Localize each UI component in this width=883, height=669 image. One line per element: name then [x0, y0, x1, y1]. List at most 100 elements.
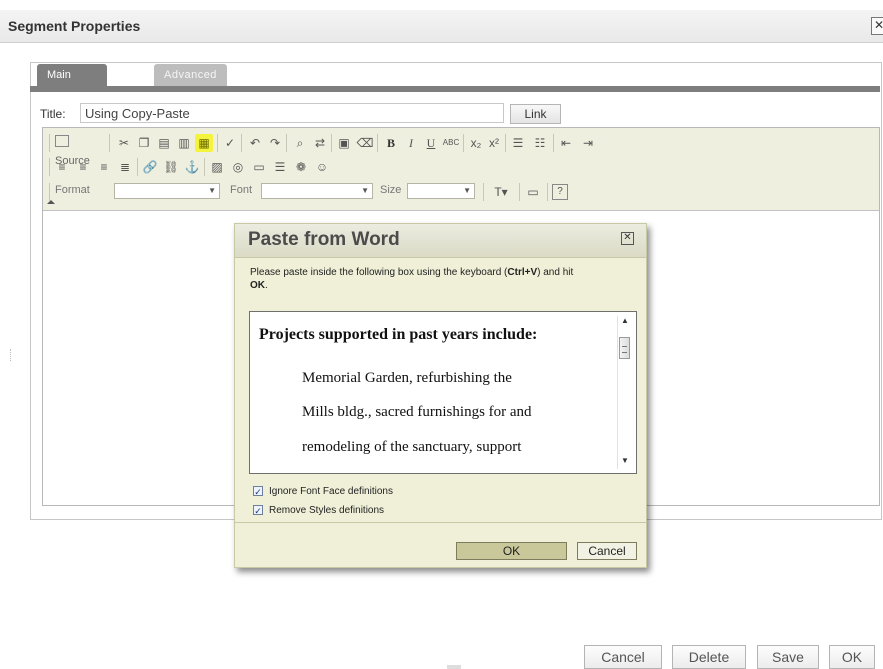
- instruction-text: .: [265, 280, 268, 291]
- toolbar-collapse-icon[interactable]: [47, 200, 55, 204]
- dialog-close-icon[interactable]: ✕: [621, 232, 634, 245]
- format-select[interactable]: ▼: [114, 183, 220, 199]
- special-char-icon[interactable]: ❁: [292, 158, 310, 176]
- undo-icon[interactable]: ↶: [246, 134, 264, 152]
- paste-input-area[interactable]: Projects supported in past years include…: [249, 311, 637, 474]
- toolbar-separator: [547, 183, 548, 201]
- copy-icon[interactable]: ❐: [135, 134, 153, 152]
- scroll-up-icon[interactable]: ▲: [621, 316, 629, 325]
- window-close-icon[interactable]: ✕: [871, 17, 883, 35]
- toolbar-separator: [505, 134, 506, 152]
- unlink-icon[interactable]: ⛓: [162, 158, 180, 176]
- align-center-icon[interactable]: ≡: [74, 158, 92, 176]
- toolbar-separator: [137, 158, 138, 176]
- size-select[interactable]: ▼: [407, 183, 475, 199]
- window-title: Segment Properties: [8, 18, 141, 34]
- dialog-ok-button[interactable]: OK: [456, 542, 567, 560]
- toolbar-separator: [49, 183, 50, 201]
- pasted-line: remodeling of the sanctuary, support: [302, 439, 522, 455]
- subscript-icon[interactable]: x₂: [467, 134, 485, 152]
- bulleted-list-icon[interactable]: ☷: [531, 134, 549, 152]
- chevron-down-icon: ▼: [463, 186, 471, 195]
- toolbar-separator: [49, 134, 50, 152]
- link-button[interactable]: Link: [510, 104, 561, 124]
- paste-from-word-dialog: Paste from Word ✕ Please paste inside th…: [234, 223, 647, 568]
- text-color-icon[interactable]: T▾: [489, 183, 513, 201]
- toolbar-separator: [553, 134, 554, 152]
- dialog-title: Paste from Word: [248, 229, 400, 250]
- cancel-button[interactable]: Cancel: [584, 645, 662, 669]
- spellcheck-icon[interactable]: ✓: [221, 134, 239, 152]
- paste-text-icon[interactable]: ▥: [175, 134, 193, 152]
- dialog-footer-divider: [235, 522, 646, 523]
- align-justify-icon[interactable]: ≣: [116, 158, 134, 176]
- link-icon[interactable]: 🔗: [141, 158, 159, 176]
- font-select[interactable]: ▼: [261, 183, 373, 199]
- source-icon: [55, 135, 69, 147]
- remove-format-icon[interactable]: ⌫: [356, 134, 374, 152]
- table-icon[interactable]: ▭: [250, 158, 268, 176]
- toolbar-separator: [286, 134, 287, 152]
- bold-icon[interactable]: B: [382, 134, 400, 152]
- chevron-down-icon: ▼: [361, 186, 369, 195]
- size-label: Size: [380, 184, 402, 196]
- checkbox-checked-icon[interactable]: ✓: [253, 505, 263, 516]
- select-all-icon[interactable]: ▣: [335, 134, 353, 152]
- window-titlebar: Segment Properties ✕: [0, 10, 883, 43]
- smiley-icon[interactable]: ☺: [313, 158, 331, 176]
- source-button[interactable]: Source: [55, 134, 90, 167]
- underline-icon[interactable]: U: [422, 134, 440, 152]
- paste-icon[interactable]: ▤: [155, 134, 173, 152]
- save-button[interactable]: Save: [757, 645, 819, 669]
- ok-button[interactable]: OK: [829, 645, 875, 669]
- instruction-text: Please paste inside the following box us…: [250, 267, 508, 278]
- superscript-icon[interactable]: x²: [485, 134, 503, 152]
- horizontal-rule-icon[interactable]: ☰: [271, 158, 289, 176]
- redo-icon[interactable]: ↷: [266, 134, 284, 152]
- dialog-instructions: Please paste inside the following box us…: [250, 266, 640, 292]
- replace-icon[interactable]: ⇄: [311, 134, 329, 152]
- toolbar-separator: [217, 134, 218, 152]
- checkbox-checked-icon[interactable]: ✓: [253, 486, 263, 497]
- image-icon[interactable]: ▨: [208, 158, 226, 176]
- find-icon[interactable]: ⌕: [291, 134, 309, 152]
- align-left-icon[interactable]: ≡: [53, 158, 71, 176]
- toolbar-separator: [519, 183, 520, 201]
- dialog-cancel-button[interactable]: Cancel: [577, 542, 637, 560]
- dialog-titlebar: Paste from Word ✕: [235, 224, 646, 258]
- flash-icon[interactable]: ◎: [229, 158, 247, 176]
- instruction-shortcut: Ctrl+V: [507, 267, 538, 278]
- indent-icon[interactable]: ⇥: [579, 134, 597, 152]
- toolbar-separator: [109, 134, 110, 152]
- italic-icon[interactable]: I: [402, 134, 420, 152]
- toolbar-separator: [204, 158, 205, 176]
- remove-styles-checkbox[interactable]: ✓ Remove Styles definitions: [253, 504, 533, 518]
- align-right-icon[interactable]: ≡: [95, 158, 113, 176]
- anchor-icon[interactable]: ⚓: [183, 158, 201, 176]
- pasted-line: Memorial Garden, refurbishing the: [302, 370, 512, 386]
- tab-advanced[interactable]: Advanced: [154, 64, 227, 86]
- font-label: Font: [230, 184, 253, 196]
- help-icon[interactable]: ?: [552, 184, 568, 200]
- paste-scrollbar[interactable]: ▲ ▼: [617, 316, 632, 469]
- toolbar-separator: [331, 134, 332, 152]
- outdent-icon[interactable]: ⇤: [557, 134, 575, 152]
- delete-button[interactable]: Delete: [672, 645, 746, 669]
- scroll-thumb[interactable]: [619, 337, 630, 359]
- resize-grip[interactable]: [447, 665, 461, 669]
- tab-main-properties[interactable]: Main Properties: [37, 64, 108, 103]
- toolbar-separator: [377, 134, 378, 152]
- instruction-ok: OK: [250, 280, 265, 291]
- scroll-down-icon[interactable]: ▼: [621, 456, 629, 465]
- paste-from-word-icon[interactable]: ▦: [195, 134, 213, 152]
- strikethrough-icon[interactable]: ABC: [442, 134, 460, 152]
- maximize-icon[interactable]: ▭: [524, 183, 542, 201]
- tab-underline: [30, 86, 880, 92]
- format-label: Format: [55, 184, 90, 196]
- title-input[interactable]: Using Copy-Paste: [80, 103, 504, 123]
- ignore-font-face-checkbox[interactable]: ✓ Ignore Font Face definitions: [253, 485, 533, 499]
- numbered-list-icon[interactable]: ☰: [509, 134, 527, 152]
- splitter-handle[interactable]: [10, 349, 13, 361]
- cut-icon[interactable]: ✂: [115, 134, 133, 152]
- toolbar-separator: [49, 158, 50, 176]
